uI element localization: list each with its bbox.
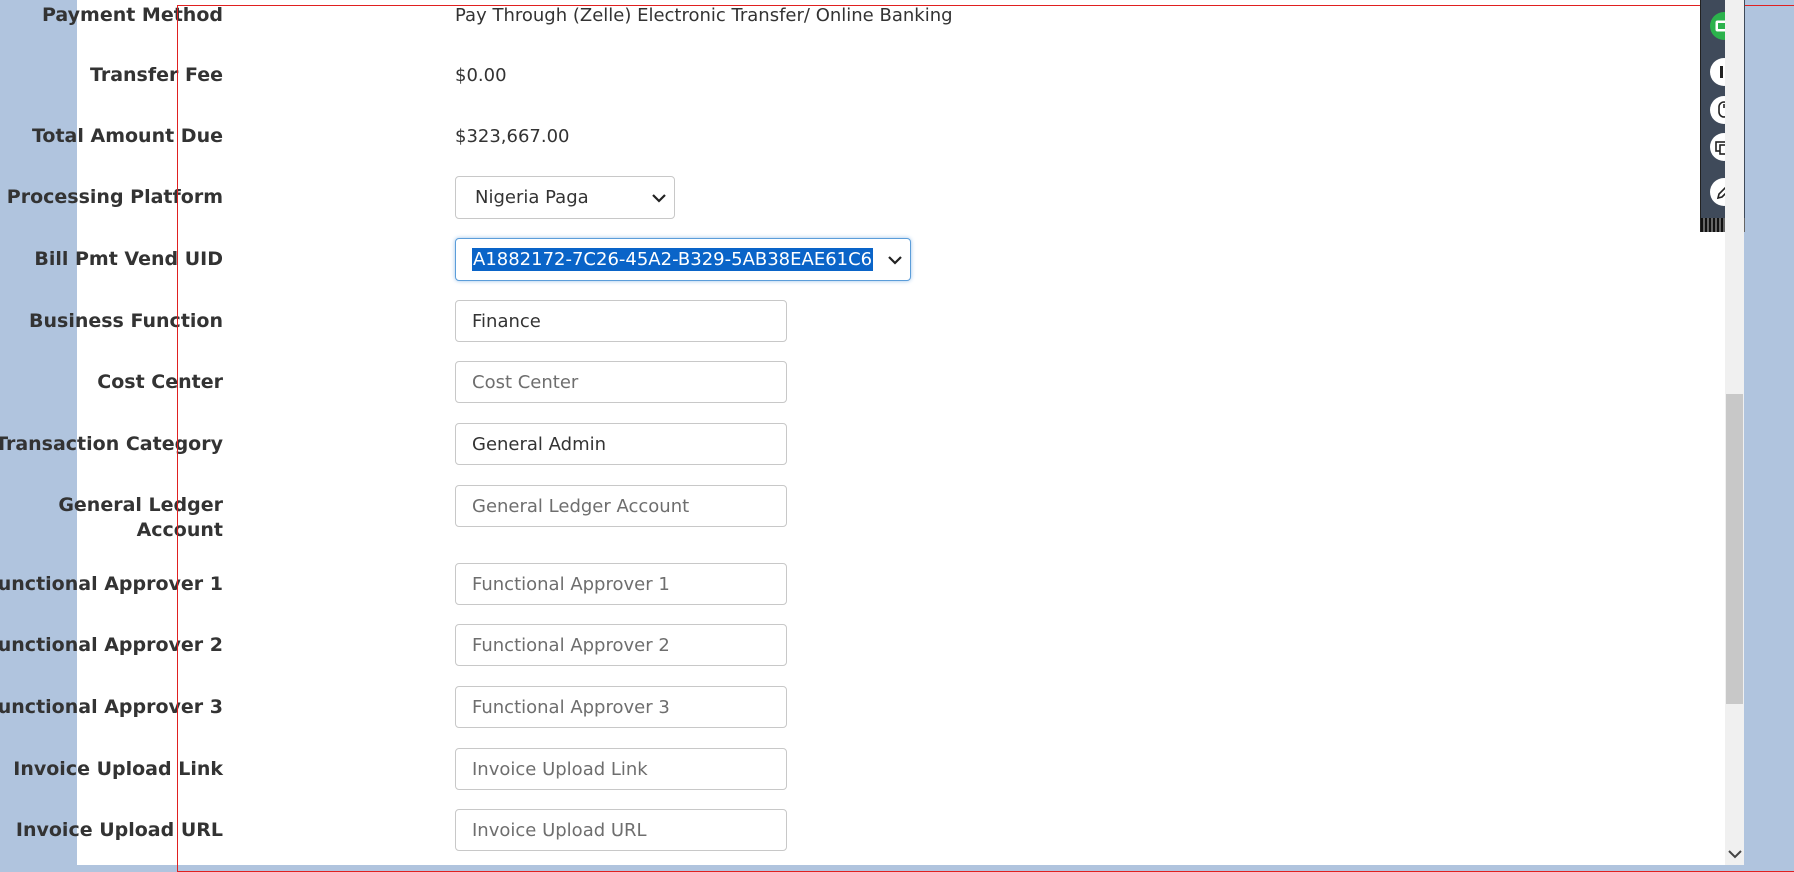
- scrollbar-thumb[interactable]: [1726, 394, 1743, 704]
- vertical-scrollbar[interactable]: [1725, 0, 1744, 865]
- scroll-down-arrow-icon[interactable]: [1727, 846, 1742, 861]
- form-page: Payment Method Pay Through (Zelle) Elect…: [0, 0, 1794, 872]
- highlight-frame: [177, 5, 1794, 872]
